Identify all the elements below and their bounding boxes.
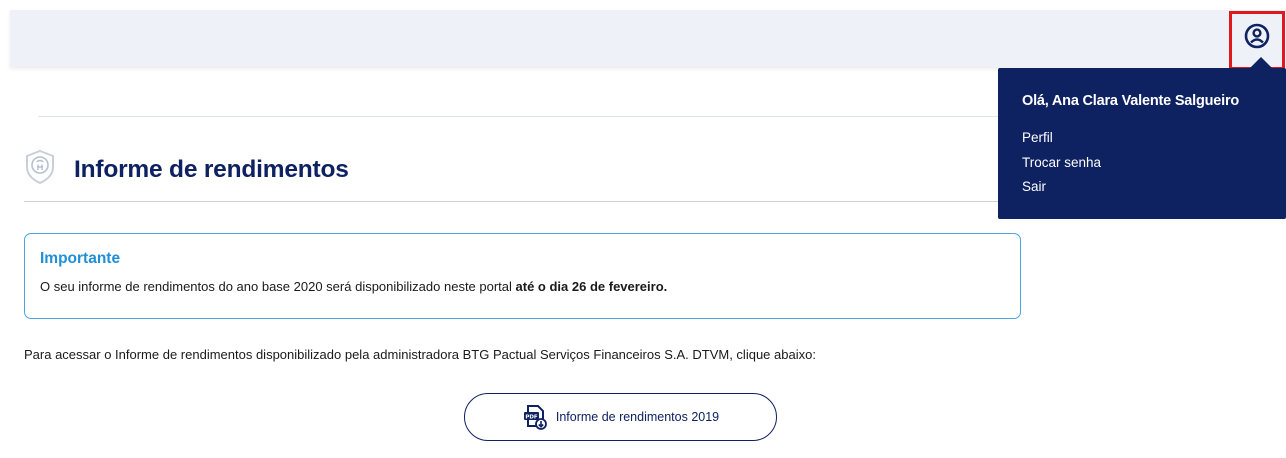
notice-box: Importante O seu informe de rendimentos … xyxy=(24,233,1021,319)
notice-title: Importante xyxy=(40,250,121,267)
notice-text-main: O seu informe de rendimentos do ano base… xyxy=(40,279,516,294)
divider xyxy=(38,116,998,117)
menu-item-perfil[interactable]: Perfil xyxy=(1022,130,1053,145)
user-greeting: Olá, Ana Clara Valente Salgueiro xyxy=(1022,93,1240,109)
dropdown-caret xyxy=(1250,57,1272,68)
menu-item-sair[interactable]: Sair xyxy=(1022,179,1046,194)
top-bar xyxy=(10,10,1286,67)
download-button-label: Informe de rendimentos 2019 xyxy=(555,410,720,424)
svg-text:PDF: PDF xyxy=(525,414,538,420)
menu-item-trocar-senha[interactable]: Trocar senha xyxy=(1022,155,1101,170)
access-instructions: Para acessar o Informe de rendimentos di… xyxy=(24,347,816,362)
user-dropdown-menu: Olá, Ana Clara Valente Salgueiro Perfil … xyxy=(998,68,1286,219)
notice-text: O seu informe de rendimentos do ano base… xyxy=(40,279,667,294)
notice-text-deadline: até o dia 26 de fevereiro. xyxy=(515,279,668,294)
user-circle-icon xyxy=(1244,23,1270,49)
page-title: Informe de rendimentos xyxy=(74,156,349,183)
download-informe-button[interactable]: PDF Informe de rendimentos 2019 xyxy=(464,393,777,441)
title-divider xyxy=(24,201,998,202)
shield-badge-icon xyxy=(26,149,54,185)
pdf-download-icon: PDF xyxy=(522,404,548,430)
